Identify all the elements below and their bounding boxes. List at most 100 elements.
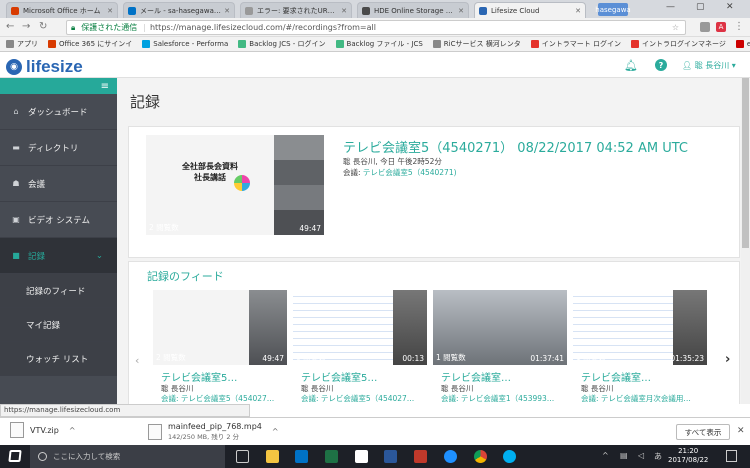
bookmark-item[interactable]: RiCサービス 横河レンタ [432,39,521,49]
menu-dots-icon[interactable]: ⋮ [734,21,744,32]
profile-chip[interactable]: hasegawa [595,3,631,16]
bookmark-item[interactable]: eMplex PBM [735,40,750,48]
tray-chevron-icon[interactable]: ^ [602,451,609,460]
feed-item-meeting[interactable]: 会議: テレビ会議室5（454027… [301,393,427,404]
browser-tab[interactable]: Lifesize Cloud ✕ [474,2,586,18]
notepad-icon[interactable] [355,450,368,463]
bookmark-item[interactable]: Backlog ファイル - JCS [335,39,423,49]
download-item[interactable]: VTV.zip ^ [10,422,76,438]
feed-thumbnail[interactable]: 1 閲覧数 01:37:41 [433,290,567,365]
back-icon[interactable]: ← [6,21,14,32]
featured-title[interactable]: テレビ会議室5（4540271） 08/22/2017 04:52 AM UTC [343,137,688,156]
feed-title: 記録のフィード [147,270,224,283]
edge-icon[interactable] [444,450,457,463]
featured-owner: 聡 長谷川, 今日 午後2時52分 [343,157,442,166]
bookmark-item[interactable]: イントラログインマネージ [630,39,726,49]
tab-close-icon[interactable]: ✕ [341,7,347,15]
featured-meeting-link[interactable]: テレビ会議室5（4540271) [363,168,457,177]
user-menu[interactable]: 👤︎ 聡 長谷川 ▾ [682,60,736,71]
volume-icon[interactable]: ◁ [638,451,644,460]
feed-item-meeting[interactable]: 会議: テレビ会議室1（453993… [441,393,567,404]
prev-arrow-icon[interactable]: ‹ [135,354,139,367]
views-count: 2 閲覧数 [149,223,179,232]
browser-tab[interactable]: メール - sa-hasegawa@cc ✕ [123,2,235,18]
tab-close-icon[interactable]: ✕ [575,7,581,15]
duration: 00:13 [402,354,424,363]
feed-thumbnail[interactable]: 0 閲覧数 00:13 [293,290,427,365]
next-arrow-icon[interactable]: › [725,352,730,367]
close-downloads-icon[interactable]: ✕ [737,426,745,436]
bookmark-item[interactable]: Office 365 にサインイ [48,39,132,49]
forward-icon[interactable]: → [22,21,30,32]
sidebar-item-label: 会議 [28,179,46,190]
maximize-icon[interactable]: ▢ [696,2,705,12]
tab-close-icon[interactable]: ✕ [458,7,464,15]
download-item[interactable]: mainfeed_pip_768.mp4 142/250 MB, 残り 2 分 ^ [148,422,279,441]
minimize-icon[interactable]: — [666,2,675,12]
sidebar-subitem[interactable]: ウォッチ リスト [0,342,117,376]
feed-item-title[interactable]: テレビ会議室5… [301,369,427,384]
close-window-icon[interactable]: ✕ [726,2,734,12]
featured-thumbnail[interactable]: 全社部長会資料 社長講話 2 閲覧数 49:47 [146,135,324,235]
tab-title: エラー: 要求されたURLから( [257,6,339,15]
sidebar-item-camera[interactable]: ■ 記録 ⌄ [0,238,117,274]
bookmark-item[interactable]: イントラマート ログイン [530,39,621,49]
sidebar-subitem[interactable]: 記録のフィード [0,274,117,308]
sidebar-item-meeting[interactable]: ☗ 会議 [0,166,117,202]
feed-item-meeting[interactable]: 会議: テレビ会議室月次会議用… [581,393,707,404]
views-count: 0 閲覧数 [296,353,326,362]
lifesize-logo[interactable]: ◉ lifesize [6,57,83,77]
excel-icon[interactable] [325,450,338,463]
help-icon[interactable]: ? [655,59,667,71]
star-icon[interactable]: ☆ [672,23,679,32]
reload-icon[interactable]: ↻ [39,21,47,32]
scrollbar-thumb[interactable] [742,78,749,248]
recording-feed-card: 記録のフィード ‹ › 2 閲覧数 49:47 テレビ会議室5… 聡 長谷川 会議: テ… [128,261,740,404]
file-explorer-icon[interactable] [266,450,279,463]
feed-item-title[interactable]: テレビ会議室… [441,369,567,384]
bookmark-icon [530,40,539,48]
chrome-icon[interactable] [474,450,487,463]
word-icon[interactable] [384,450,397,463]
chevron-down-icon: ⌄ [95,250,103,261]
outlook-icon[interactable] [295,450,308,463]
taskbar-search[interactable]: ここに入力して検索 [30,445,225,468]
extension-icon[interactable] [700,22,710,32]
browser-tab[interactable]: HDE Online Storage (co ✕ [357,2,469,18]
windows-start-icon[interactable] [8,450,22,462]
sidebar-item-home[interactable]: ⌂ ダッシュボード [0,94,117,130]
translate-icon[interactable]: A [716,22,726,32]
bookmark-item[interactable]: Backlog JCS - ログイン [238,39,326,49]
sidebar-item-video-system[interactable]: ▣ ビデオ システム [0,202,117,238]
bookmark-icon [432,40,441,48]
feed-item-meeting[interactable]: 会議: テレビ会議室5（454027… [161,393,287,404]
tab-close-icon[interactable]: ✕ [224,7,230,15]
bookmark-icon [630,40,639,48]
tab-close-icon[interactable]: ✕ [107,7,113,15]
bookmark-item[interactable]: アプリ [6,39,38,49]
bell-icon[interactable]: 🔔︎ [624,59,638,72]
url-input[interactable]: 🔒︎ 保護された通信 | https://manage.lifesizeclou… [66,20,686,35]
sidebar-toggle[interactable]: ≡ [0,78,117,94]
feed-thumbnail[interactable]: 2 閲覧数 49:47 [153,290,287,365]
browser-tab[interactable]: エラー: 要求されたURLから(✕ [240,2,352,18]
chevron-up-icon[interactable]: ^ [272,427,279,436]
ime-icon[interactable]: あ [654,451,662,462]
bookmark-item[interactable]: Salesforce - Performa [142,40,228,48]
task-view-icon[interactable] [236,450,249,463]
network-icon[interactable]: ▤ [620,451,628,460]
clock[interactable]: 21:20 2017/08/22 [668,447,708,465]
feed-item-title[interactable]: テレビ会議室5… [161,369,287,384]
app-red-icon[interactable] [414,450,427,463]
browser-tab[interactable]: Microsoft Office ホーム ✕ [6,2,118,18]
sidebar-subitem[interactable]: マイ記録 [0,308,117,342]
show-all-button[interactable]: すべて表示 [676,424,730,440]
feed-thumbnail[interactable]: 1 閲覧数 01:35:23 [573,290,707,365]
sidebar-item-folder[interactable]: ▬ ディレクトリ [0,130,117,166]
notifications-icon[interactable] [726,450,737,462]
skype-icon[interactable] [503,450,516,463]
feed-item-title[interactable]: テレビ会議室… [581,369,707,384]
page-scrollbar[interactable] [741,78,750,404]
sidebar-item-label: ディレクトリ [28,143,79,154]
chevron-up-icon[interactable]: ^ [69,426,76,435]
